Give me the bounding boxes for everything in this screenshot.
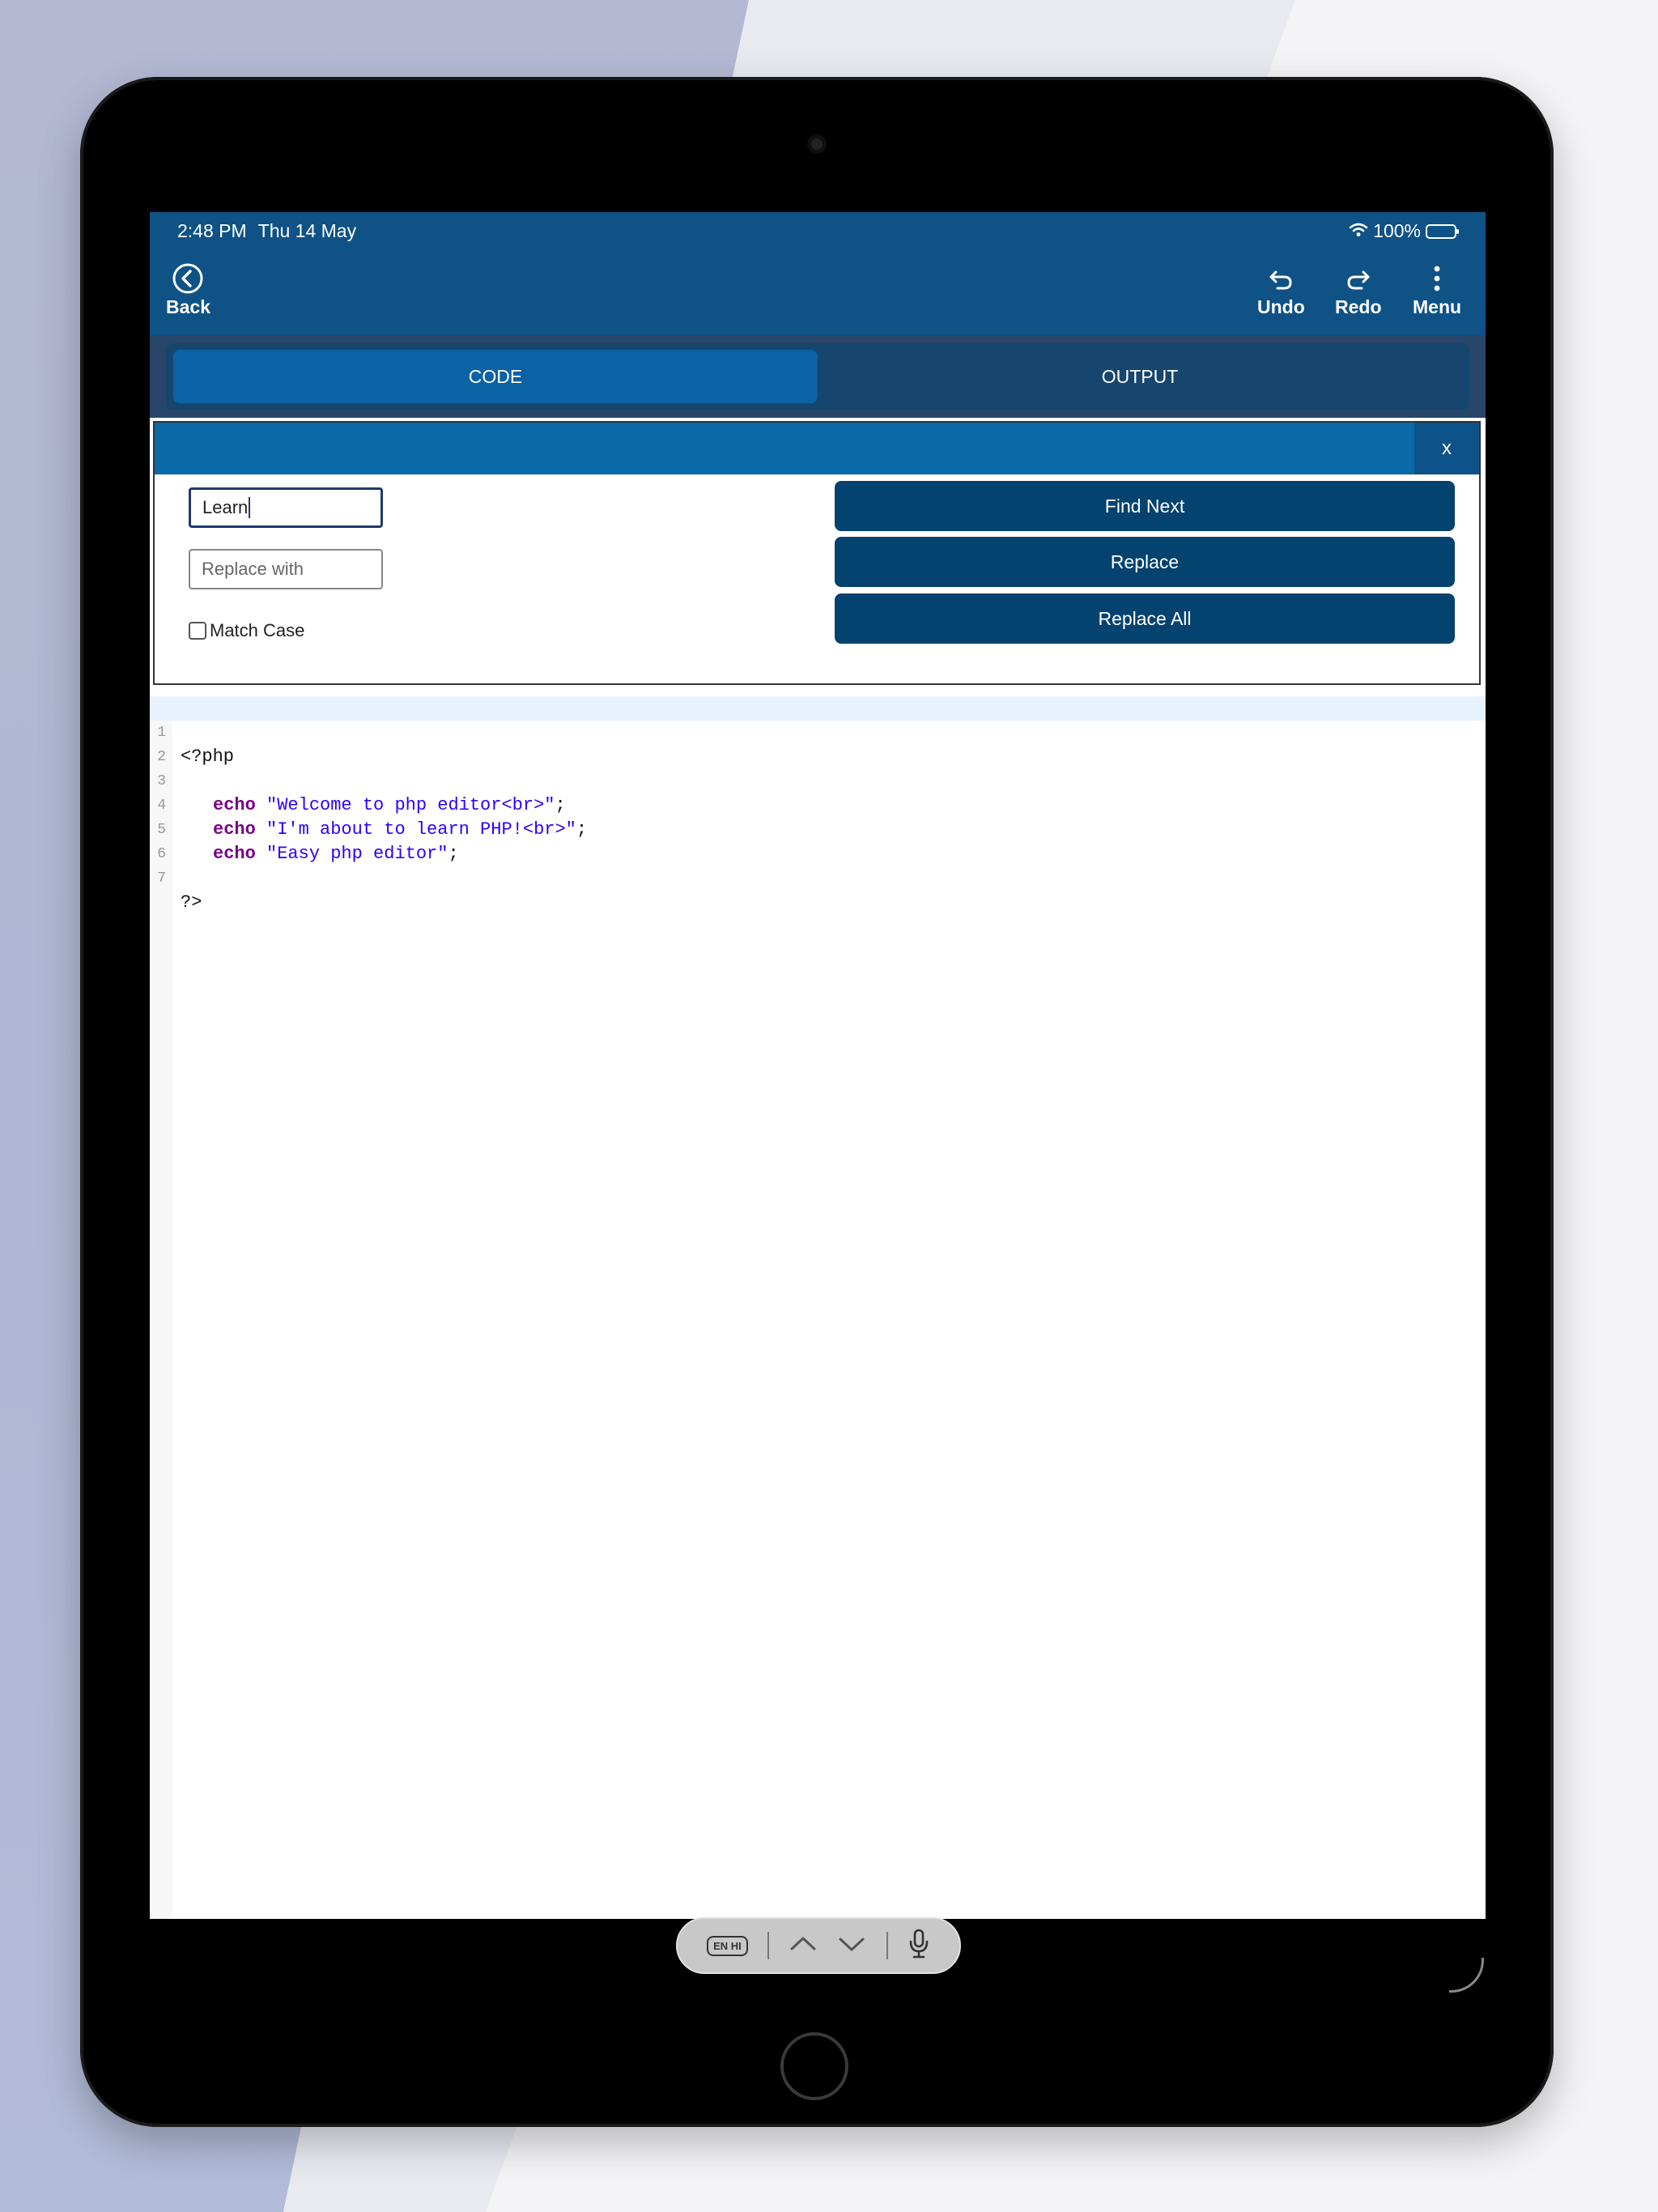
code-line[interactable]: 1 <?php	[150, 696, 1486, 767]
chevron-down-icon[interactable]	[837, 1934, 866, 1958]
tab-group: CODE OUTPUT	[166, 343, 1469, 410]
text-cursor	[249, 497, 251, 518]
replace-all-button[interactable]: Replace All	[835, 593, 1455, 644]
redo-label: Redo	[1335, 296, 1382, 317]
undo-label: Undo	[1257, 296, 1305, 317]
status-time-date: 2:48 PM Thu 14 May	[177, 220, 356, 242]
back-button[interactable]: Back	[166, 262, 210, 318]
code-editor[interactable]: 1 <?php 2 3 echo "Welcome to php editor<…	[150, 696, 1486, 1919]
tab-output[interactable]: OUTPUT	[818, 350, 1462, 403]
replace-input[interactable]: Replace with	[189, 549, 383, 589]
status-indicators: 100%	[1349, 220, 1459, 242]
find-panel-header: x	[155, 423, 1479, 474]
tab-bar: CODE OUTPUT	[150, 335, 1486, 418]
code-line[interactable]: 7 ?>	[150, 842, 1486, 912]
microphone-icon[interactable]	[908, 1929, 930, 1963]
keyboard-shortcut-bar: EN HI	[676, 1917, 961, 1974]
wifi-icon	[1349, 220, 1368, 242]
find-replace-panel: x Learn Replace with Match Case Find Nex…	[153, 421, 1481, 685]
menu-label: Menu	[1413, 296, 1462, 317]
close-find-button[interactable]: x	[1414, 423, 1479, 474]
language-switch-icon[interactable]: EN HI	[707, 1935, 748, 1956]
code-line[interactable]: 4 echo "I'm about to learn PHP!<br>";	[150, 769, 1486, 840]
find-input[interactable]: Learn	[189, 487, 383, 528]
redo-icon	[1335, 262, 1382, 295]
status-time: 2:48 PM	[177, 220, 247, 241]
tab-code[interactable]: CODE	[173, 350, 818, 403]
camera-icon	[809, 136, 825, 152]
battery-icon	[1426, 223, 1459, 239]
more-vertical-icon	[1413, 262, 1461, 295]
undo-icon	[1257, 262, 1305, 295]
code-text: ?>	[181, 892, 202, 912]
replace-button[interactable]: Replace	[835, 537, 1455, 587]
menu-button[interactable]: Menu	[1413, 262, 1461, 318]
undo-button[interactable]: Undo	[1257, 262, 1305, 318]
divider	[886, 1932, 888, 1959]
match-case-label: Match Case	[210, 620, 305, 640]
battery-percent: 100%	[1373, 220, 1421, 241]
code-line[interactable]: 6	[150, 818, 1486, 862]
app-screen: 2:48 PM Thu 14 May 100% Back Undo Redo M…	[150, 212, 1486, 1919]
code-line[interactable]: 2	[150, 721, 1486, 765]
line-number: 7	[157, 870, 166, 887]
divider	[767, 1932, 769, 1959]
find-input-value: Learn	[202, 497, 249, 517]
redo-button[interactable]: Redo	[1335, 262, 1382, 318]
top-toolbar: 2:48 PM Thu 14 May 100% Back Undo Redo M…	[150, 212, 1486, 335]
find-next-button[interactable]: Find Next	[835, 481, 1455, 531]
home-button[interactable]	[780, 2032, 848, 2100]
match-case-checkbox[interactable]	[189, 622, 206, 640]
back-label: Back	[166, 296, 210, 317]
back-icon	[166, 262, 210, 295]
status-date: Thu 14 May	[257, 220, 357, 241]
match-case-option[interactable]: Match Case	[189, 620, 304, 641]
code-line[interactable]: 5 echo "Easy php editor";	[150, 793, 1486, 864]
chevron-up-icon[interactable]	[789, 1934, 818, 1958]
code-line[interactable]: 3 echo "Welcome to php editor<br>";	[150, 745, 1486, 815]
